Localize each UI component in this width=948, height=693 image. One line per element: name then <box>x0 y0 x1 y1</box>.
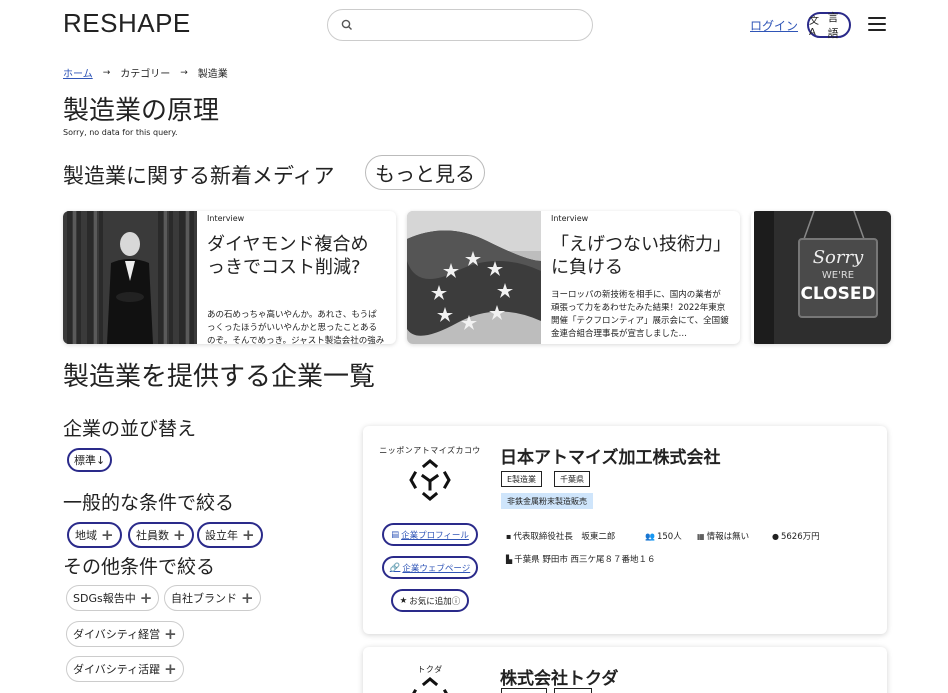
filter-chip-own-brand[interactable]: 自社ブランド + <box>164 585 261 611</box>
company-name[interactable]: 株式会社トクダ <box>500 664 618 689</box>
no-data-message: Sorry, no data for this query. <box>63 128 178 137</box>
filter-chip-employees[interactable]: 社員数 + <box>128 522 194 548</box>
company-tag: E製造業 <box>501 471 543 487</box>
filter-chip-label: 社員数 <box>136 529 169 542</box>
coin-icon: ● <box>772 531 779 541</box>
company-card[interactable]: トクダ 株式会社トクダ <box>363 647 887 693</box>
company-info: ▦ 情報は無い <box>697 531 750 543</box>
translate-icon: 文A <box>809 16 819 38</box>
more-media-button[interactable]: もっと見る <box>365 155 485 190</box>
hamburger-menu-icon[interactable] <box>868 17 886 31</box>
company-website-button[interactable]: 🔗 企業ウェブページ <box>382 556 478 579</box>
search-box[interactable] <box>327 9 593 41</box>
link-icon: 🔗 <box>389 562 401 573</box>
breadcrumb-home[interactable]: ホーム <box>63 65 93 80</box>
calendar-icon: ▦ <box>697 531 705 541</box>
sign-text: WE'RE <box>822 270 854 281</box>
media-card[interactable]: Interview ダイヤモンド複合めっきでコスト削減? あの石めっちゃ高いやん… <box>63 211 396 344</box>
filter-chip-label: 地域 <box>75 529 97 542</box>
filter-chip-founded[interactable]: 設立年 + <box>197 522 263 548</box>
breadcrumb: ホーム → カテゴリー → 製造業 <box>63 65 228 81</box>
person-icon: ▪ <box>506 531 512 541</box>
company-profile-button[interactable]: ▤ 企業プロフィール <box>382 523 478 546</box>
plus-icon: + <box>139 588 153 607</box>
filter-chip-sdgs[interactable]: SDGs報告中 + <box>66 585 160 611</box>
media-tag: Interview <box>551 214 589 223</box>
plus-icon: + <box>164 624 177 643</box>
company-kana: トクダ <box>417 665 443 674</box>
filter-chip-label: 自社ブランド <box>171 592 237 605</box>
star-icon: ★ <box>399 595 408 606</box>
breadcrumb-arrow-icon: → <box>102 67 111 78</box>
company-card[interactable]: ニッポンアトマイズカコウ 日本アトマイズ加工株式会社 E製造業 千葉県 非鉄金属… <box>363 426 887 634</box>
media-card[interactable]: Sorry WE'RE CLOSED <box>751 211 891 344</box>
breadcrumb-category[interactable]: カテゴリー <box>120 65 170 80</box>
filter-chip-label: ダイバシティ経営 <box>73 628 161 641</box>
other-filter-heading: その他条件で絞る <box>63 556 216 578</box>
sign-text: CLOSED <box>800 284 875 304</box>
company-tag <box>554 688 592 693</box>
filter-chip-label: SDGs報告中 <box>73 592 136 605</box>
sort-heading: 企業の並び替え <box>63 418 197 440</box>
filter-chip-diversity-active[interactable]: ダイバシティ活躍 + <box>66 656 184 682</box>
people-icon: 👥 <box>645 531 655 541</box>
document-icon: ▤ <box>391 529 400 540</box>
search-icon <box>341 19 352 30</box>
media-heading: 製造業に関する新着メディア <box>63 164 335 188</box>
company-address: ▙ 千葉県 野田市 西三ケ尾８７番地１６ <box>506 554 656 566</box>
plus-icon: + <box>173 525 186 544</box>
company-tag <box>501 688 547 693</box>
company-business-tag: 非鉄金属粉末製造販売 <box>501 493 593 509</box>
page-title: 製造業の原理 <box>63 96 220 126</box>
login-link[interactable]: ログイン <box>750 17 798 34</box>
closed-sign-photo: Sorry WE'RE CLOSED <box>754 211 891 344</box>
filter-chip-region[interactable]: 地域 + <box>67 522 122 548</box>
media-tag: Interview <box>207 214 245 223</box>
sign-text: Sorry <box>813 247 864 268</box>
company-representative: ▪ 代表取締役社長 坂東二郎 <box>506 531 616 543</box>
filter-chip-label: ダイバシティ活躍 <box>73 663 161 676</box>
company-tag: 千葉県 <box>554 471 590 487</box>
search-input[interactable] <box>360 14 584 36</box>
company-logo-icon <box>409 459 451 501</box>
media-title[interactable]: ダイヤモンド複合めっきでコスト削減? <box>207 233 383 279</box>
building-icon: ▙ <box>506 554 513 564</box>
breadcrumb-current: 製造業 <box>197 69 228 80</box>
language-label: 言語 <box>827 11 839 40</box>
plus-icon: + <box>101 525 114 544</box>
company-name[interactable]: 日本アトマイズ加工株式会社 <box>500 443 721 468</box>
company-kana: ニッポンアトマイズカコウ <box>379 446 481 455</box>
filter-chip-diversity-mgmt[interactable]: ダイバシティ経営 + <box>66 621 184 647</box>
media-title[interactable]: 「えげつない技術力」に負ける <box>551 233 727 279</box>
plus-icon: + <box>241 588 254 607</box>
company-employees: 👥 150人 <box>645 531 682 543</box>
interview-photo <box>63 211 197 344</box>
breadcrumb-arrow-icon: → <box>180 67 188 78</box>
media-description: あの石めっちゃ高いやんか。あれさ、もうぱっくったほうがいいやんかと思ったことある… <box>207 310 385 344</box>
language-button[interactable]: 文A 言語 <box>807 11 851 40</box>
sort-select[interactable]: 標準↓ <box>67 448 113 472</box>
plus-icon: + <box>242 525 255 544</box>
media-card[interactable]: Interview 「えげつない技術力」に負ける ヨーロッパの新技術を相手に、国… <box>407 211 740 344</box>
general-filter-heading: 一般的な条件で絞る <box>63 492 235 514</box>
site-logo[interactable]: RESHAPE <box>63 8 191 39</box>
eu-flag-photo <box>407 211 541 344</box>
plus-icon: + <box>164 659 177 678</box>
company-logo-icon <box>412 677 448 693</box>
filter-chip-label: 設立年 <box>205 529 238 542</box>
companies-title: 製造業を提供する企業一覧 <box>63 362 376 392</box>
company-capital: ● 5626万円 <box>772 531 820 543</box>
media-description: ヨーロッパの新技術を相手に、国内の業者が頑張って力をあわせたみた結果！2022年… <box>551 290 729 339</box>
add-favorite-button[interactable]: ★ お気に追加ⓘ <box>391 589 469 612</box>
